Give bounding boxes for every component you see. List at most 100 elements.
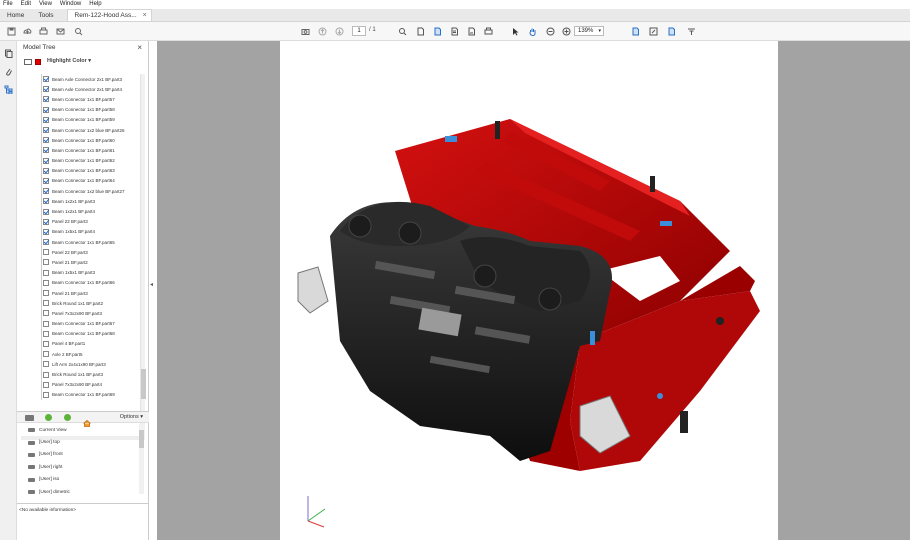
menu-help[interactable]: Help — [89, 0, 101, 9]
tree-item-checkbox[interactable] — [43, 188, 49, 195]
tree-item[interactable]: Beam Connector 1x1 BF.part63 — [21, 165, 141, 176]
tree-item-checkbox[interactable] — [43, 361, 49, 368]
tree-item-checkbox[interactable] — [43, 279, 49, 286]
full-screen-icon[interactable] — [648, 26, 659, 37]
tree-item[interactable]: Beam 1x2x1 BF.part4 — [21, 206, 141, 217]
close-tab-icon[interactable]: × — [143, 9, 147, 22]
tree-item-checkbox[interactable] — [43, 239, 49, 246]
collapse-panel-icon[interactable]: ◂ — [150, 281, 153, 288]
tree-item[interactable]: Beam 1x5x1 BF.part3 — [21, 267, 141, 278]
fit-width-icon[interactable] — [630, 26, 641, 37]
tree-item-checkbox[interactable] — [43, 371, 49, 378]
highlight-color-dropdown[interactable]: Highlight Color ▾ — [47, 58, 91, 64]
select-arrow-icon[interactable] — [510, 26, 521, 37]
tree-item[interactable]: Beam 1x5x1 BF.part4 — [21, 226, 141, 237]
tree-item[interactable]: Panel 7x3x2x90 BF.part4 — [21, 379, 141, 390]
tree-item[interactable]: Beam Connector 1x2 blue BF.part26 — [21, 124, 141, 136]
tree-scrollbar[interactable] — [140, 74, 146, 440]
tree-item-checkbox[interactable] — [43, 177, 49, 184]
view-item[interactable]: [User] right — [17, 461, 149, 473]
tree-item[interactable]: Axle 2 BF.part5 — [21, 349, 141, 360]
tree-item[interactable]: Beam Connector 1x1 BF.part68 — [21, 328, 141, 339]
mail-icon[interactable] — [55, 26, 66, 37]
tree-item[interactable]: Panel 21 BF.part3 — [21, 287, 141, 299]
page-up-icon[interactable] — [317, 26, 328, 37]
tree-item[interactable]: Beam Connector 1x1 BF.part61 — [21, 145, 141, 156]
views-camera-icon[interactable] — [25, 415, 34, 421]
page-down-icon[interactable] — [334, 26, 345, 37]
tab-document[interactable]: Rem-122-Hood Ass... × — [66, 9, 152, 22]
tree-item[interactable]: Panel 7x3x2x90 BF.part3 — [21, 308, 141, 319]
tree-item-checkbox[interactable] — [43, 300, 49, 307]
tree-item[interactable]: Beam Connector 1x1 BF.part60 — [21, 135, 141, 146]
hand-tool-icon[interactable] — [527, 26, 538, 37]
add-view-icon[interactable] — [45, 414, 52, 421]
tree-item-checkbox[interactable] — [43, 290, 49, 297]
tree-item-checkbox[interactable] — [43, 310, 49, 317]
tree-item[interactable]: Lift Arm 2x4x1x90 BF.part3 — [21, 359, 141, 370]
tree-item[interactable]: Brick Round 1x1 BF.part2 — [21, 298, 141, 309]
camera-icon[interactable] — [300, 26, 311, 37]
document-icon[interactable] — [415, 26, 426, 37]
tree-item-checkbox[interactable] — [43, 147, 49, 154]
view-item[interactable]: [User] iso — [17, 474, 149, 486]
tree-item[interactable]: Panel 22 BF.part3 — [21, 247, 141, 258]
tree-item[interactable]: Beam Connector 1x1 BF.part58 — [21, 104, 141, 115]
tree-item-checkbox[interactable] — [43, 137, 49, 144]
zoom-out-icon[interactable] — [545, 26, 556, 37]
print-icon[interactable] — [38, 26, 49, 37]
tree-item[interactable]: Beam Connector 1x1 BF.part65 — [21, 237, 141, 248]
fit-page-icon[interactable] — [432, 26, 443, 37]
tree-item-checkbox[interactable] — [43, 269, 49, 276]
tree-item[interactable]: Beam Connector 1x1 BF.part69 — [21, 389, 141, 400]
update-view-icon[interactable] — [64, 414, 71, 421]
model-tree-icon[interactable] — [4, 85, 13, 95]
tree-item-checkbox[interactable] — [43, 249, 49, 256]
tree-item-checkbox[interactable] — [43, 208, 49, 215]
printer-icon[interactable] — [483, 26, 494, 37]
tree-item[interactable]: Beam Connector 1x1 BF.part57 — [21, 94, 141, 105]
save-icon[interactable] — [6, 26, 17, 37]
tree-item-checkbox[interactable] — [43, 340, 49, 347]
view-item[interactable]: Current View — [17, 424, 149, 436]
more-tools-icon[interactable] — [686, 26, 697, 37]
tree-item[interactable]: Panel 22 BF.part3 — [21, 216, 141, 227]
upload-icon[interactable] — [22, 26, 33, 37]
view-item[interactable]: [User] top — [17, 436, 149, 448]
tree-item-checkbox[interactable] — [43, 198, 49, 205]
tree-item-checkbox[interactable] — [43, 106, 49, 113]
tree-item[interactable]: Brick Round 1x1 BF.part3 — [21, 369, 141, 380]
tree-scroll-thumb[interactable] — [141, 369, 146, 399]
zoom-search-icon[interactable] — [397, 26, 408, 37]
page-number-input[interactable]: 1 — [352, 26, 366, 36]
search-icon[interactable] — [73, 26, 84, 37]
tree-item[interactable]: Beam Connector 1x1 BF.part64 — [21, 175, 141, 187]
tree-item-checkbox[interactable] — [43, 228, 49, 235]
tree-item[interactable]: Panel 4 BF.part1 — [21, 338, 141, 350]
tree-item-checkbox[interactable] — [43, 218, 49, 225]
options-icon[interactable] — [24, 59, 32, 65]
read-mode-icon[interactable] — [666, 26, 677, 37]
tree-item[interactable]: Beam Connector 1x1 BF.part59 — [21, 114, 141, 125]
tree-item[interactable]: Beam Connector 1x1 BF.part67 — [21, 318, 141, 329]
tree-item[interactable]: Panel 21 BF.part2 — [21, 257, 141, 268]
tree-item-checkbox[interactable] — [43, 351, 49, 358]
single-page-icon[interactable] — [449, 26, 460, 37]
tree-item-checkbox[interactable] — [43, 320, 49, 327]
highlight-color-swatch[interactable] — [35, 59, 41, 65]
home-icon[interactable] — [83, 414, 91, 427]
pdf-page[interactable] — [280, 41, 778, 540]
views-scrollbar[interactable] — [139, 424, 144, 494]
tree-item-checkbox[interactable] — [43, 96, 49, 103]
zoom-in-icon[interactable] — [561, 26, 572, 37]
tree-item-checkbox[interactable] — [43, 127, 49, 134]
view-item[interactable]: [User] front — [17, 449, 149, 461]
tree-item-checkbox[interactable] — [43, 259, 49, 266]
tree-item-checkbox[interactable] — [43, 381, 49, 388]
two-page-icon[interactable] — [466, 26, 477, 37]
pages-icon[interactable] — [4, 49, 13, 58]
tree-item-checkbox[interactable] — [43, 157, 49, 164]
tree-item[interactable]: Beam 1x2x1 BF.part3 — [21, 196, 141, 207]
tree-item-checkbox[interactable] — [43, 391, 49, 398]
views-scroll-thumb[interactable] — [139, 430, 144, 448]
